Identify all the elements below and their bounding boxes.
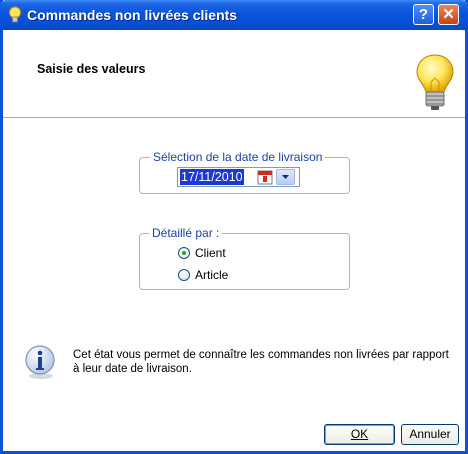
close-button[interactable]: ✕: [438, 4, 459, 25]
cancel-button-label: Annuler: [409, 427, 451, 441]
lightbulb-icon: [416, 54, 454, 110]
window-title: Commandes non livrées clients: [27, 7, 238, 23]
date-dropdown-button[interactable]: [276, 169, 295, 185]
delivery-date-legend: Sélection de la date de livraison: [150, 150, 326, 164]
title-bar[interactable]: Commandes non livrées clients ? ✕: [0, 0, 468, 30]
header-panel: Saisie des valeurs: [3, 30, 465, 118]
detail-by-legend: Détaillé par :: [149, 226, 223, 240]
delivery-date-value: 17/11/2010: [180, 169, 244, 185]
radio-button-checked[interactable]: [178, 247, 190, 259]
page-title: Saisie des valeurs: [37, 62, 146, 76]
calendar-icon[interactable]: [257, 169, 273, 185]
ok-button[interactable]: OK: [324, 424, 395, 445]
cancel-button[interactable]: Annuler: [401, 424, 459, 445]
radio-button-unchecked[interactable]: [178, 269, 190, 281]
ok-button-label: OK: [350, 427, 369, 441]
radio-client-label: Client: [195, 246, 226, 260]
dialog-window: Commandes non livrées clients ? ✕ Saisie…: [0, 0, 468, 454]
radio-article-label: Article: [195, 268, 229, 282]
lightbulb-icon: [9, 6, 21, 23]
delivery-date-group: Sélection de la date de livraison 17/11/…: [139, 150, 350, 194]
info-message: Cet état vous permet de connaître les co…: [73, 349, 449, 375]
detail-by-group: Détaillé par : Client Article: [139, 226, 350, 290]
delivery-date-input[interactable]: 17/11/2010: [177, 167, 300, 187]
help-button[interactable]: ?: [413, 4, 434, 25]
close-icon: ✕: [442, 6, 455, 23]
chevron-down-icon: [282, 175, 289, 179]
info-icon: [25, 345, 55, 379]
question-mark-icon: ?: [418, 6, 429, 23]
